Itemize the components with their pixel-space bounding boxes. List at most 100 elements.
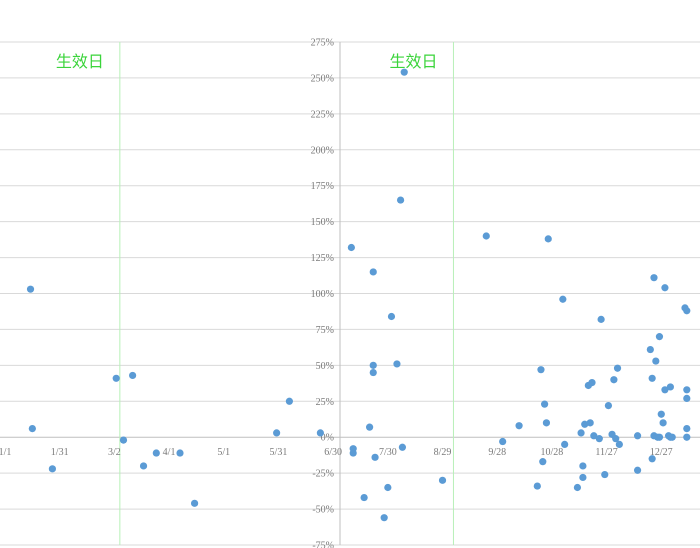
gridlines	[0, 41, 700, 546]
data-point	[561, 440, 569, 448]
x-tick-label: 3/2	[108, 447, 121, 458]
data-point	[586, 419, 594, 427]
reference-line-label: 生效日	[56, 52, 104, 71]
data-point	[499, 437, 507, 446]
data-point	[539, 458, 547, 466]
data-point	[683, 386, 691, 394]
data-point	[369, 368, 377, 377]
x-tick-label: 8/29	[434, 447, 452, 458]
data-point	[573, 483, 582, 492]
reference-line-label: 生效日	[389, 52, 437, 71]
data-point	[26, 285, 35, 293]
data-point	[541, 400, 549, 408]
data-point	[668, 433, 676, 441]
data-point	[28, 424, 36, 433]
data-point	[119, 436, 128, 444]
data-point	[613, 364, 622, 372]
y-tick-label: 50%	[316, 361, 334, 372]
x-tick-label: 1/31	[51, 447, 69, 458]
data-point	[610, 376, 618, 384]
data-point	[655, 333, 664, 341]
data-point	[544, 235, 552, 243]
data-point	[666, 383, 674, 391]
data-point	[537, 366, 545, 374]
data-point	[380, 514, 388, 522]
y-tick-label: 200%	[311, 145, 334, 156]
data-point	[129, 371, 137, 380]
x-tick-label: 5/1	[217, 447, 230, 458]
data-point	[384, 483, 392, 492]
data-point	[579, 462, 587, 470]
data-point	[190, 499, 199, 507]
data-point	[683, 424, 691, 433]
data-point	[360, 493, 368, 502]
data-point	[285, 397, 293, 405]
data-point	[577, 429, 585, 437]
x-tick-label: 4/1	[163, 447, 176, 458]
data-point	[648, 455, 656, 463]
data-point	[652, 357, 660, 365]
data-point	[655, 433, 664, 441]
data-point	[347, 243, 355, 252]
data-point	[683, 394, 691, 403]
data-point	[633, 466, 642, 474]
data-point	[597, 315, 605, 323]
data-point	[438, 476, 447, 484]
chart-canvas: 生效日 生效日 275% 250% 225% 200% 175% 150% 125% 100% 7…	[0, 38, 700, 548]
data-point	[366, 423, 374, 431]
data-point	[659, 419, 667, 427]
y-tick-label: 275%	[311, 38, 334, 49]
data-point	[579, 473, 587, 482]
y-tick-label: 225%	[311, 109, 334, 120]
data-point	[349, 449, 357, 457]
x-tick-label: 10/28	[541, 447, 564, 458]
y-tick-label: -25%	[312, 469, 334, 480]
data-point	[387, 312, 396, 321]
data-point	[152, 449, 160, 457]
data-point	[369, 361, 377, 369]
data-point	[650, 274, 658, 282]
data-point	[683, 307, 691, 315]
x-tick-label: 9/28	[488, 447, 506, 458]
data-point	[604, 401, 613, 410]
y-tick-label: 25%	[316, 397, 334, 408]
data-point	[657, 410, 665, 418]
data-point	[316, 429, 324, 437]
data-point	[393, 360, 401, 368]
data-point	[542, 419, 551, 427]
y-tick-label: 125%	[311, 253, 334, 264]
x-tick-label: 7/30	[379, 447, 397, 458]
data-point	[482, 232, 490, 240]
data-point	[633, 432, 642, 440]
y-tick-label: 175%	[311, 181, 334, 192]
data-point	[661, 284, 669, 292]
data-point	[139, 462, 148, 470]
data-point	[533, 482, 541, 490]
data-point	[588, 379, 596, 387]
data-point	[48, 465, 56, 473]
x-tick-label: 5/31	[270, 447, 288, 458]
data-point	[112, 374, 120, 382]
x-tick-label: 6/30	[324, 447, 342, 458]
data-point	[400, 68, 408, 76]
data-point	[648, 374, 656, 382]
data-point	[398, 443, 407, 451]
data-point	[683, 433, 691, 441]
data-point	[369, 268, 377, 276]
scatter-chart: 生效日 生效日 275% 250% 225% 200% 175% 150% 125% 100% 7…	[0, 0, 700, 548]
data-point	[646, 345, 654, 354]
data-point	[615, 440, 623, 448]
y-tick-label: 100%	[311, 289, 334, 300]
data-point	[515, 422, 523, 430]
data-point	[559, 295, 567, 303]
data-point	[273, 429, 281, 437]
data-point	[371, 453, 379, 461]
y-tick-label: -50%	[312, 505, 334, 516]
x-tick-label: 1/1	[0, 447, 11, 458]
y-tick-label: 250%	[311, 73, 334, 84]
y-tick-label: 75%	[316, 325, 334, 336]
data-point	[601, 470, 609, 479]
y-tick-label: 150%	[311, 217, 334, 228]
x-tick-label: 11/27	[595, 447, 617, 458]
data-point	[595, 435, 603, 443]
